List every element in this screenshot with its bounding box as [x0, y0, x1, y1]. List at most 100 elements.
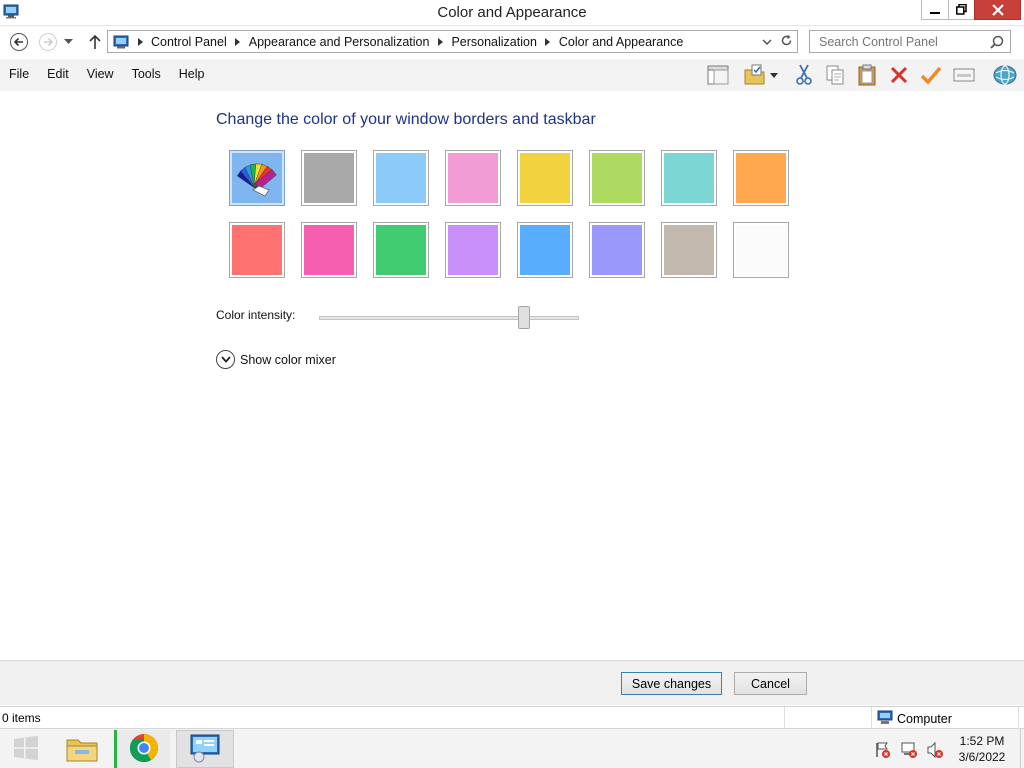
color-palette-icon [232, 153, 282, 203]
swatch-fill [736, 225, 786, 275]
control-panel-icon [189, 733, 221, 766]
recent-pages-dropdown[interactable] [61, 31, 75, 53]
color-swatch[interactable] [661, 150, 717, 206]
save-changes-button[interactable]: Save changes [621, 672, 722, 695]
swatch-fill [304, 225, 354, 275]
taskbar-control-panel[interactable] [176, 730, 234, 768]
restore-button[interactable] [948, 0, 975, 20]
computer-icon [877, 710, 893, 728]
swatch-fill [376, 225, 426, 275]
properties-icon[interactable] [952, 63, 976, 87]
action-center-flag-icon[interactable] [874, 741, 892, 762]
color-swatch[interactable] [589, 150, 645, 206]
breadcrumb-personalization[interactable]: Personalization [451, 35, 536, 49]
swatch-automatic[interactable] [229, 150, 285, 206]
color-intensity-label: Color intensity: [216, 308, 296, 322]
swatch-fill [592, 153, 642, 203]
color-swatch[interactable] [517, 222, 573, 278]
navigation-bar: Control Panel Appearance and Personaliza… [0, 27, 1024, 57]
swatch-fill [664, 225, 714, 275]
menu-file[interactable]: File [0, 67, 38, 81]
chevron-down-icon[interactable] [768, 63, 780, 87]
system-tray [874, 741, 944, 762]
breadcrumb-color-and-appearance[interactable]: Color and Appearance [559, 35, 683, 49]
checkmark-icon[interactable] [919, 63, 943, 87]
windows-logo-icon [13, 735, 39, 764]
window-title: Color and Appearance [437, 4, 587, 21]
status-bar: 0 items Computer [0, 706, 1024, 729]
network-icon[interactable] [900, 741, 918, 762]
globe-icon[interactable] [991, 63, 1019, 87]
menu-tools[interactable]: Tools [123, 67, 170, 81]
color-swatch[interactable] [373, 222, 429, 278]
taskbar-file-explorer[interactable] [56, 730, 108, 768]
taskbar-clock[interactable]: 1:52 PM 3/6/2022 [952, 733, 1012, 765]
search-icon[interactable] [990, 35, 1004, 52]
color-intensity-slider-track[interactable] [319, 316, 579, 320]
color-swatch[interactable] [445, 222, 501, 278]
chevron-right-icon[interactable] [434, 35, 446, 49]
start-button[interactable] [0, 730, 52, 768]
color-swatch[interactable] [589, 222, 645, 278]
status-divider [784, 707, 785, 729]
swatch-fill [520, 225, 570, 275]
cut-icon[interactable] [792, 63, 816, 87]
color-swatch[interactable] [301, 150, 357, 206]
swatch-fill [592, 225, 642, 275]
forward-button[interactable] [37, 31, 59, 53]
menu-view[interactable]: View [78, 67, 123, 81]
color-swatch[interactable] [373, 150, 429, 206]
color-swatch[interactable] [301, 222, 357, 278]
breadcrumb-control-panel[interactable]: Control Panel [151, 35, 227, 49]
chevron-down-icon[interactable] [762, 35, 772, 49]
title-bar: Color and Appearance [0, 0, 1024, 26]
menu-bar: File Edit View Tools Help [0, 67, 213, 81]
swatch-fill [664, 153, 714, 203]
color-swatch[interactable] [229, 222, 285, 278]
status-divider [871, 707, 872, 729]
up-button[interactable] [84, 31, 106, 53]
close-button[interactable] [974, 0, 1021, 20]
color-swatch[interactable] [733, 150, 789, 206]
taskbar-chrome[interactable] [114, 730, 170, 768]
show-desktop-button[interactable] [1020, 729, 1024, 768]
minimize-button[interactable] [921, 0, 949, 20]
folder-options-icon[interactable] [743, 63, 767, 87]
chevron-right-icon[interactable] [232, 35, 244, 49]
status-location: Computer [877, 710, 952, 728]
delete-icon[interactable] [887, 63, 911, 87]
color-swatch[interactable] [445, 150, 501, 206]
breadcrumb: Control Panel Appearance and Personaliza… [129, 35, 683, 49]
color-intensity-slider-thumb[interactable] [518, 306, 531, 329]
copy-icon[interactable] [823, 63, 847, 87]
color-swatch[interactable] [661, 222, 717, 278]
refresh-icon[interactable] [780, 34, 793, 50]
preview-pane-icon[interactable] [706, 63, 730, 87]
color-swatch[interactable] [733, 222, 789, 278]
menu-help[interactable]: Help [170, 67, 214, 81]
show-color-mixer-label[interactable]: Show color mixer [240, 353, 336, 367]
color-swatch[interactable] [517, 150, 573, 206]
paste-icon[interactable] [855, 63, 879, 87]
swatch-fill [520, 153, 570, 203]
button-bar: Save changes Cancel [0, 660, 1024, 705]
clock-time: 1:52 PM [959, 734, 1005, 748]
show-color-mixer-toggle[interactable]: Show color mixer [216, 350, 336, 369]
swatch-fill [448, 225, 498, 275]
back-button[interactable] [8, 31, 30, 53]
search-input[interactable] [810, 31, 985, 52]
search-box[interactable] [809, 30, 1011, 53]
address-bar[interactable]: Control Panel Appearance and Personaliza… [107, 30, 798, 53]
volume-muted-icon[interactable] [926, 741, 944, 762]
chevron-down-icon[interactable] [216, 350, 235, 369]
swatch-fill [304, 153, 354, 203]
swatch-fill [736, 153, 786, 203]
breadcrumb-appearance-and-personalization[interactable]: Appearance and Personalization [249, 35, 430, 49]
chevron-right-icon[interactable] [134, 35, 146, 49]
swatch-fill [376, 153, 426, 203]
chevron-right-icon[interactable] [542, 35, 554, 49]
taskbar: 1:52 PM 3/6/2022 [0, 728, 1024, 768]
status-location-label: Computer [897, 712, 952, 726]
cancel-button[interactable]: Cancel [734, 672, 807, 695]
menu-edit[interactable]: Edit [38, 67, 78, 81]
